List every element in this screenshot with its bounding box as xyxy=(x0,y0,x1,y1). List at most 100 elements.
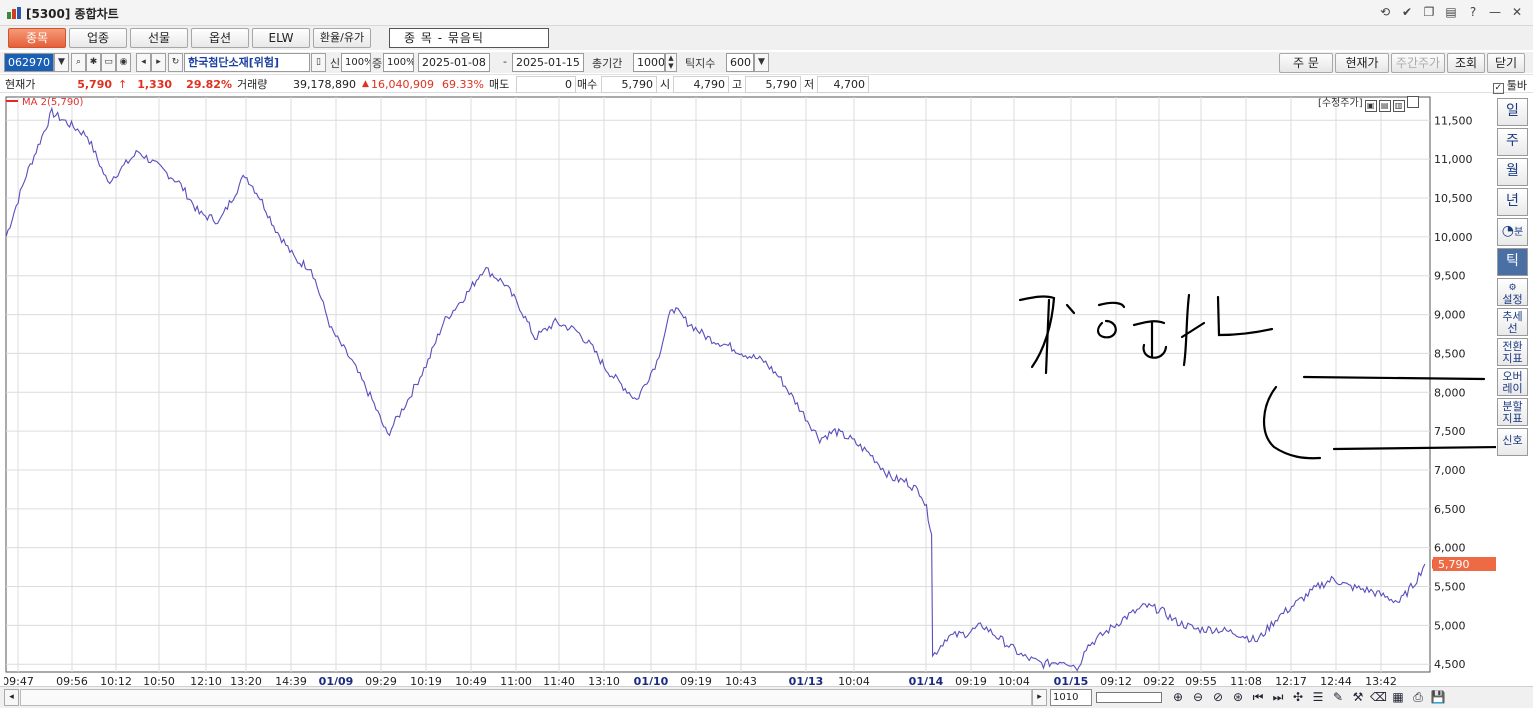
y-tick-label: 10,000 xyxy=(1434,231,1473,244)
zoom-in-icon[interactable]: ⊕ xyxy=(1170,689,1186,706)
current-price-value: 5,790 xyxy=(77,78,112,91)
volume-value: 39,178,890 xyxy=(293,78,356,91)
market-tabs: 종목 업종 선물 옵션 ELW 환율/유가 종 목 - 묶음틱 xyxy=(0,26,1533,50)
tab-elw[interactable]: ELW xyxy=(252,28,310,48)
x-tick-label: 12:44 xyxy=(1320,675,1352,685)
check-icon[interactable]: ✔ xyxy=(1399,4,1415,20)
quote-row: 현재가 5,790 ↑ 1,330 29.82% 거래량 39,178,890 … xyxy=(0,74,1533,94)
gear-icon[interactable]: ✱ xyxy=(86,53,101,72)
period-week-button[interactable]: 주 xyxy=(1497,128,1528,156)
control-row: 062970 ▼ ⌕ ✱ ▭ ◉ ◂ ▸ ↻ 한국첨단소재[위험] ▯ 신 10… xyxy=(0,52,1533,73)
expand-icon[interactable]: ▣ xyxy=(1364,100,1377,112)
settings-icon[interactable]: ☰ xyxy=(1310,689,1326,706)
legend-swatch xyxy=(6,100,18,102)
save-icon[interactable]: 💾 xyxy=(1430,689,1446,706)
zoom-fit-icon[interactable]: ⊛ xyxy=(1230,689,1246,706)
blank-icon[interactable] xyxy=(1406,96,1419,108)
tab-options[interactable]: 옵션 xyxy=(191,28,249,48)
tab-futures[interactable]: 선물 xyxy=(130,28,188,48)
refresh-icon[interactable]: ↻ xyxy=(168,53,183,72)
y-tick-label: 11,000 xyxy=(1434,153,1473,166)
overlay-button[interactable]: 오버레이 xyxy=(1497,368,1528,396)
next-icon[interactable]: ▸ xyxy=(151,53,166,72)
sin-value[interactable]: 100% xyxy=(341,53,371,72)
grid-icon[interactable]: ▦ xyxy=(1390,689,1406,706)
period-year-button[interactable]: 년 xyxy=(1497,188,1528,216)
x-tick-label: 01/14 xyxy=(909,675,944,685)
x-tick-label: 09:55 xyxy=(1185,675,1217,685)
x-tick-label: 01/15 xyxy=(1054,675,1089,685)
low-label: 저 xyxy=(804,78,815,91)
stock-code-input[interactable]: 062970 xyxy=(4,53,54,72)
scroll-right-icon[interactable]: ▸ xyxy=(1032,689,1047,706)
jeung-value[interactable]: 100% xyxy=(383,53,414,72)
restore-chart-icon[interactable]: ▤ xyxy=(1378,100,1391,112)
minimize-icon[interactable]: — xyxy=(1487,4,1503,20)
help-icon[interactable]: ? xyxy=(1465,4,1481,20)
print-icon[interactable]: ▤ xyxy=(1443,4,1459,20)
weekly-price-button[interactable]: 주간주가 xyxy=(1391,53,1445,73)
settings-button[interactable]: ⚙ 설정 xyxy=(1497,278,1528,306)
y-tick-label: 4,500 xyxy=(1434,658,1466,671)
x-tick-label: 12:17 xyxy=(1275,675,1307,685)
total-period-input[interactable]: 1000 xyxy=(633,53,665,72)
checkbox-icon[interactable]: ✓ xyxy=(1492,83,1504,94)
toolbar-toggle[interactable]: ✓ 툴바 xyxy=(1492,77,1527,94)
legend-label: MA 2(5,790) xyxy=(22,97,84,108)
y-tick-label: 10,500 xyxy=(1434,192,1473,205)
list-icon[interactable]: ▭ xyxy=(101,53,116,72)
split-indicator-button[interactable]: 분할지표 xyxy=(1497,398,1528,426)
crosshair-icon[interactable]: ✣ xyxy=(1290,689,1306,706)
chart-group-selector[interactable]: 종 목 - 묶음틱 xyxy=(389,28,549,48)
period-day-button[interactable]: 일 xyxy=(1497,98,1528,126)
chart-canvas[interactable]: 4,500 5,000 5,500 6,000 6,500 7,000 7,500 8,000… xyxy=(4,95,1496,685)
eye-icon[interactable]: ◉ xyxy=(116,53,131,72)
order-button[interactable]: 주 문 xyxy=(1279,53,1333,73)
x-tick-label: 11:40 xyxy=(543,675,575,685)
convert-indicator-button[interactable]: 전환지표 xyxy=(1497,338,1528,366)
date-from-input[interactable]: 2025-01-08 xyxy=(418,53,490,72)
period-day-label: 일 xyxy=(1506,103,1519,119)
trendline-button[interactable]: 추세선 xyxy=(1497,308,1528,336)
tick-count-input[interactable]: 600 xyxy=(726,53,754,72)
zoom-out-icon[interactable]: ⊖ xyxy=(1190,689,1206,706)
first-icon[interactable]: ⏮ xyxy=(1250,689,1266,706)
x-tick-label: 13:10 xyxy=(588,675,620,685)
tab-stock[interactable]: 종목 xyxy=(8,28,66,48)
period-month-button[interactable]: 월 xyxy=(1497,158,1528,186)
tick-dropdown-icon[interactable]: ▼ xyxy=(754,53,769,72)
restore-icon[interactable]: ⟲ xyxy=(1377,4,1393,20)
memo-icon[interactable]: ▯ xyxy=(311,53,326,72)
tab-fx-oil[interactable]: 환율/유가 xyxy=(313,28,371,48)
tools-icon[interactable]: ⚒ xyxy=(1350,689,1366,706)
zoom-count-input[interactable]: 1010 xyxy=(1050,689,1092,706)
horizontal-scrollbar[interactable] xyxy=(20,689,1032,706)
x-tick-label: 10:49 xyxy=(455,675,487,685)
settings-label: 설정 xyxy=(1502,293,1523,306)
eraser-icon[interactable]: ⌫ xyxy=(1370,689,1387,706)
split-icon[interactable]: ▥ xyxy=(1392,100,1405,112)
close-icon[interactable]: ✕ xyxy=(1509,4,1525,20)
period-stepper-icon[interactable]: ▲ ▼ xyxy=(665,53,677,72)
code-dropdown-icon[interactable]: ▼ xyxy=(54,53,69,72)
draw-icon[interactable]: ✎ xyxy=(1330,689,1346,706)
close-button[interactable]: 닫기 xyxy=(1487,53,1525,73)
window-controls: ⟲ ✔ ❐ ▤ ? — ✕ xyxy=(1377,4,1525,20)
scroll-left-icon[interactable]: ◂ xyxy=(4,689,19,706)
period-tick-button[interactable]: 틱 xyxy=(1497,248,1528,276)
current-price-button[interactable]: 현재가 xyxy=(1335,53,1389,73)
search-icon[interactable]: ⌕ xyxy=(71,53,86,72)
query-button[interactable]: 조회 xyxy=(1447,53,1485,73)
print-icon[interactable]: ⎙ xyxy=(1410,689,1426,706)
zoom-slider[interactable] xyxy=(1096,692,1162,703)
date-to-input[interactable]: 2025-01-15 xyxy=(512,53,584,72)
signal-button[interactable]: 신호 xyxy=(1497,428,1528,456)
tab-sector[interactable]: 업종 xyxy=(69,28,127,48)
period-minute-button[interactable]: ◔분 xyxy=(1497,218,1528,246)
prev-icon[interactable]: ◂ xyxy=(136,53,151,72)
adjusted-price-toggle[interactable]: [수정주가] ▣ ▤ ▥ xyxy=(1318,96,1419,112)
last-icon[interactable]: ⏭ xyxy=(1270,689,1286,706)
price-chart[interactable]: 4,500 5,000 5,500 6,000 6,500 7,000 7,500 8,000… xyxy=(4,95,1496,685)
zoom-reset-icon[interactable]: ⊘ xyxy=(1210,689,1226,706)
copy-icon[interactable]: ❐ xyxy=(1421,4,1437,20)
